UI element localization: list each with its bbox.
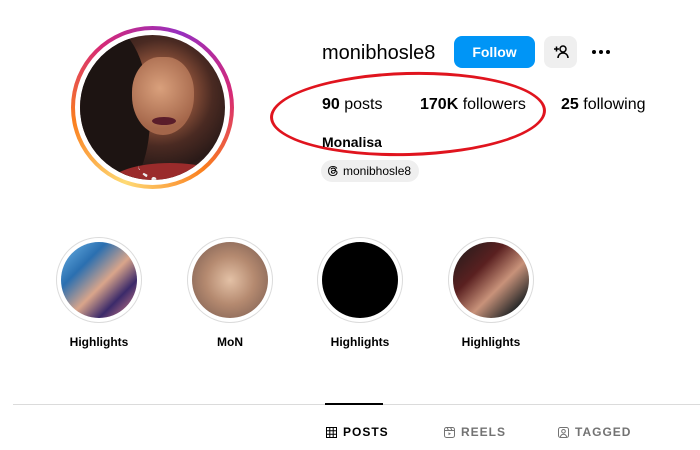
following-link[interactable]: 25 following [561, 96, 646, 114]
tagged-icon [558, 426, 569, 438]
more-options-button[interactable] [589, 40, 613, 64]
profile-avatar[interactable] [71, 26, 234, 189]
highlight-label: Highlights [330, 335, 390, 349]
threads-icon [328, 166, 338, 176]
more-options-icon [592, 50, 596, 54]
highlight-cover [61, 242, 137, 318]
annotation-oval [268, 68, 548, 160]
highlight-1[interactable]: Highlights [56, 237, 142, 349]
follow-button[interactable]: Follow [454, 36, 535, 68]
tab-posts[interactable]: POSTS [326, 425, 389, 439]
highlight-label: Highlights [461, 335, 521, 349]
highlight-cover [322, 242, 398, 318]
reels-icon [444, 426, 455, 438]
full-name: Monalisa [322, 134, 382, 150]
suggested-users-button[interactable] [544, 36, 577, 68]
highlight-cover [192, 242, 268, 318]
highlight-4[interactable]: Highlights [448, 237, 534, 349]
tab-reels[interactable]: REELS [444, 425, 506, 439]
highlight-label: MoN [217, 335, 243, 349]
highlight-3[interactable]: Highlights [317, 237, 403, 349]
grid-icon [326, 426, 337, 438]
tab-tagged[interactable]: TAGGED [558, 425, 631, 439]
highlight-2[interactable]: MoN [187, 237, 273, 349]
avatar-photo [80, 35, 225, 180]
highlight-cover [453, 242, 529, 318]
threads-handle: monibhosle8 [343, 164, 412, 178]
username: monibhosle8 [322, 42, 436, 64]
highlight-label: Highlights [69, 335, 129, 349]
add-user-icon [553, 45, 569, 59]
active-tab-indicator [325, 403, 383, 405]
threads-badge[interactable]: monibhosle8 [321, 160, 420, 182]
